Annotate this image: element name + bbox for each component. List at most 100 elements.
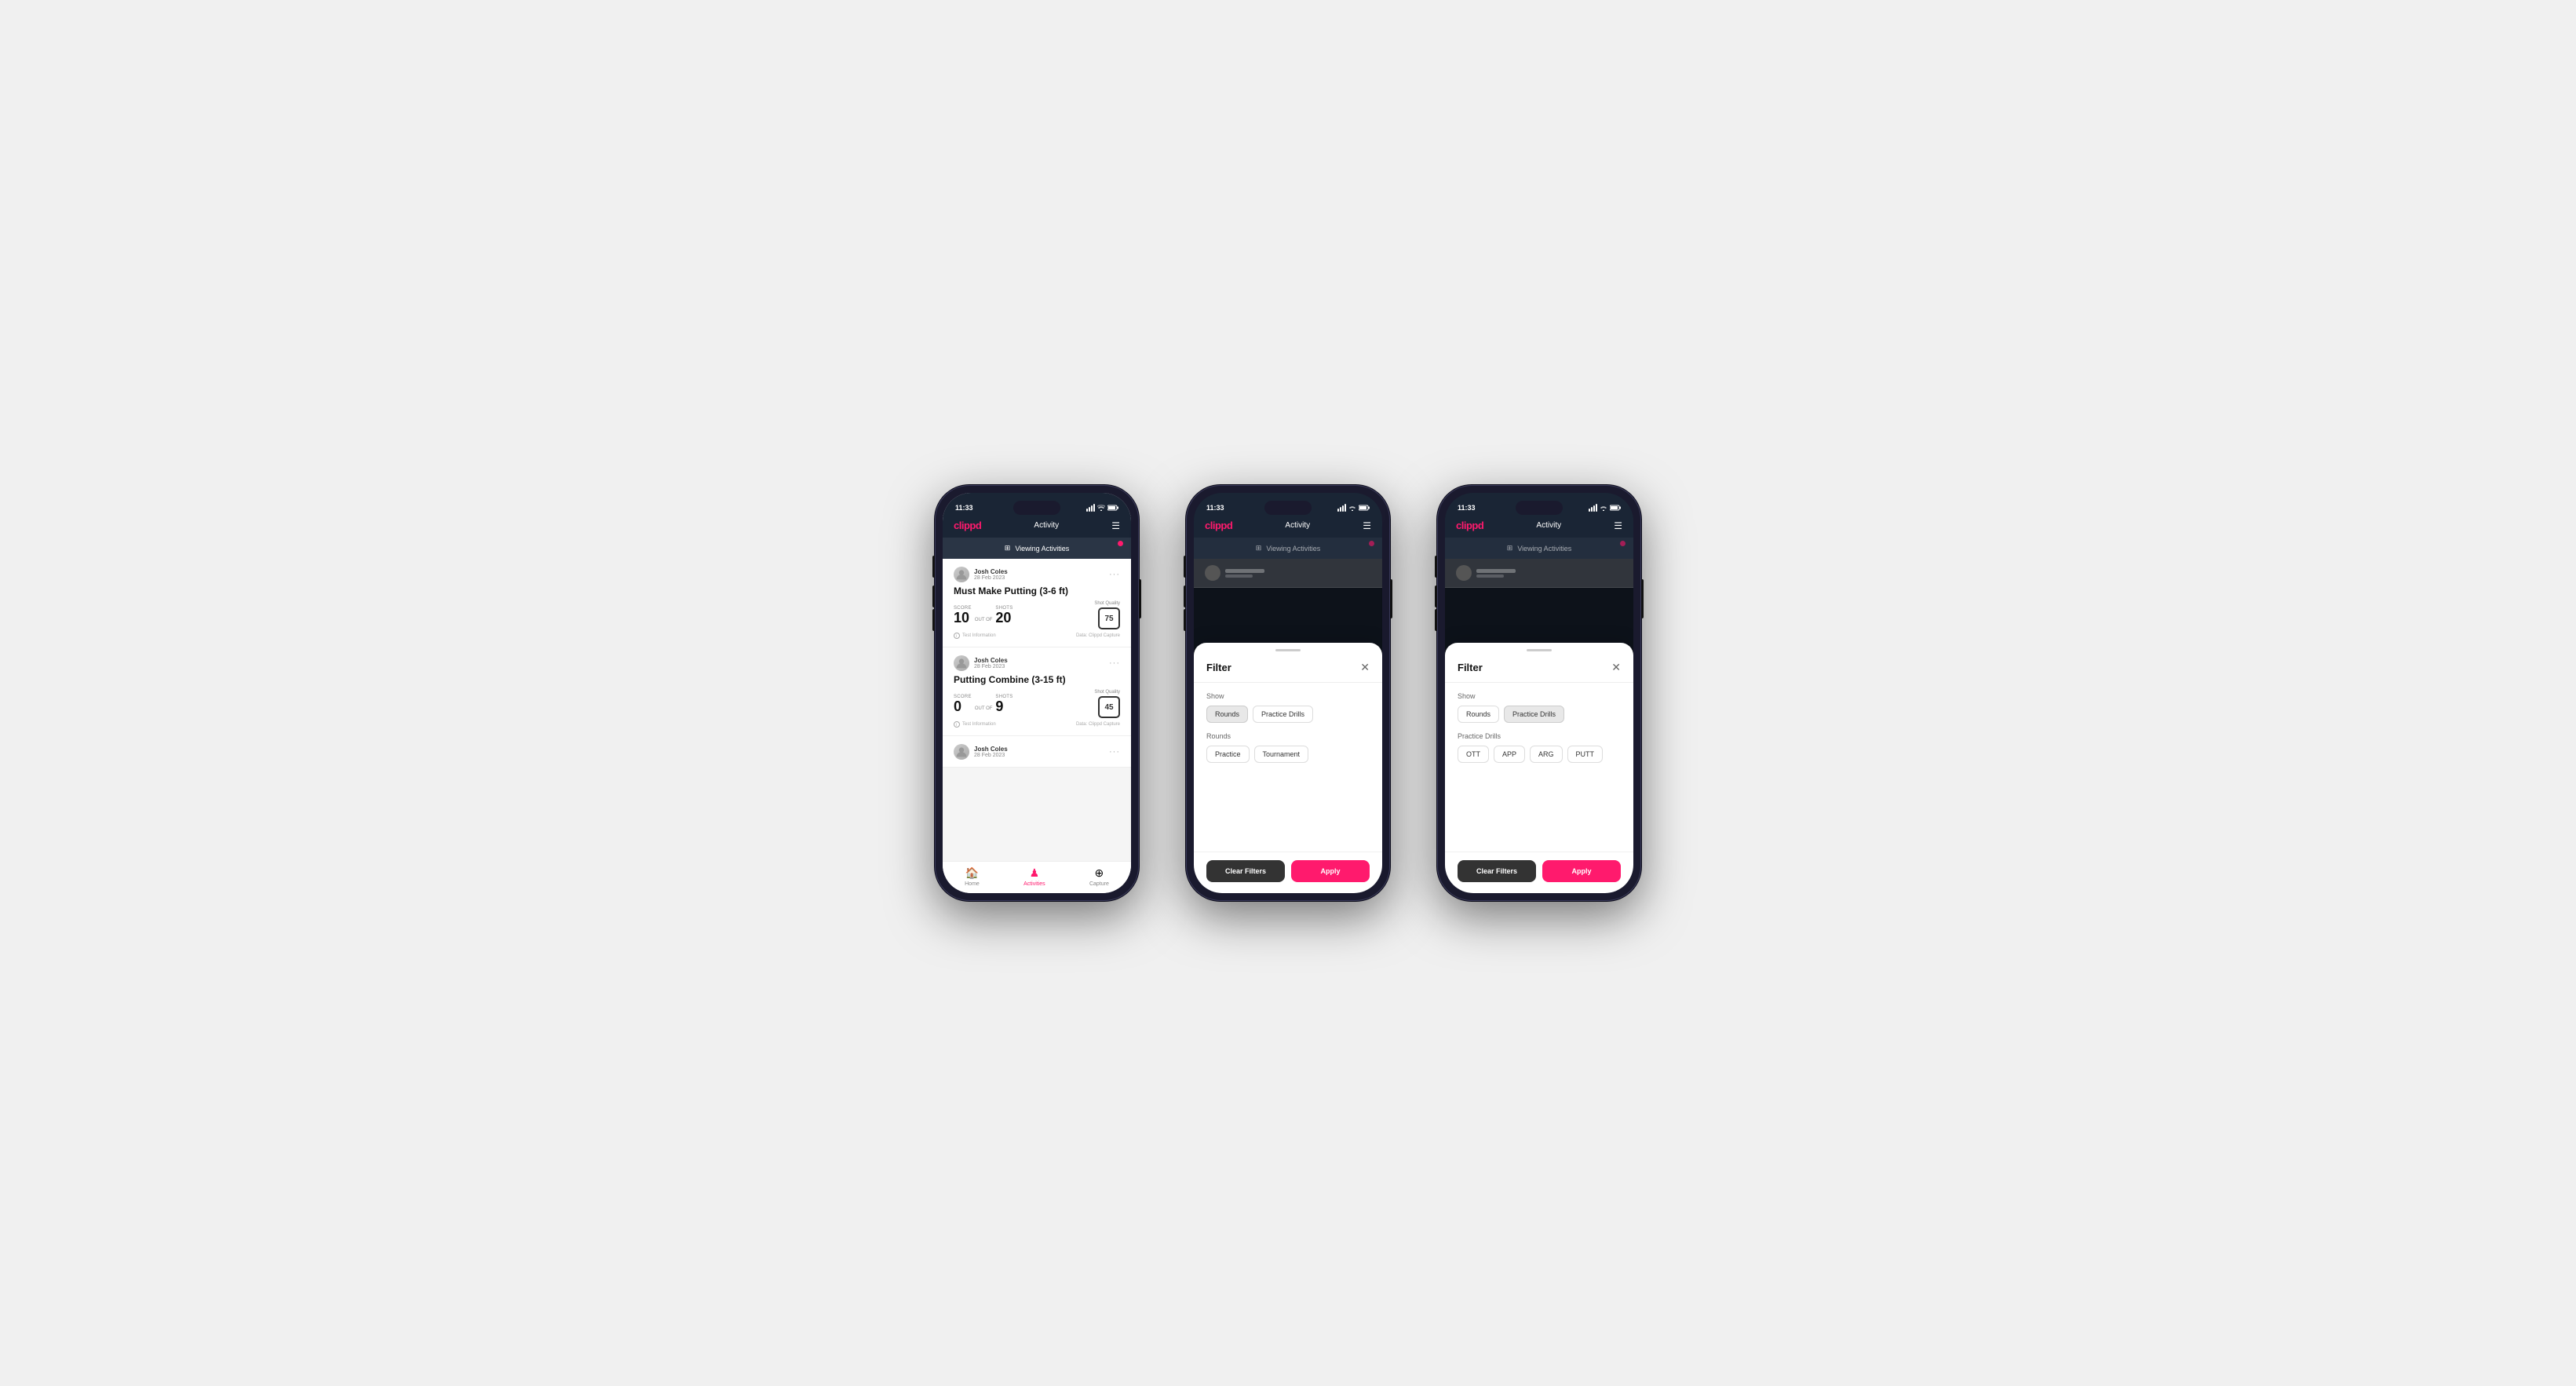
wifi-icon xyxy=(1097,505,1105,511)
chip-rounds-3[interactable]: Rounds xyxy=(1458,706,1499,723)
rounds-label-2: Rounds xyxy=(1206,732,1370,740)
battery-icon-2 xyxy=(1359,505,1370,511)
phone-1: 11:33 xyxy=(935,485,1139,901)
user-date-1: 28 Feb 2023 xyxy=(974,575,1008,581)
chip-practice-2[interactable]: Practice xyxy=(1206,746,1250,763)
user-info-1: Josh Coles 28 Feb 2023 xyxy=(954,567,1008,582)
notification-dot-3 xyxy=(1620,541,1626,546)
filter-icon-1: ⊞ xyxy=(1005,544,1011,553)
filter-title-2: Filter xyxy=(1206,662,1231,673)
notification-dot-1 xyxy=(1118,541,1123,546)
activity-title-1: Must Make Putting (3-6 ft) xyxy=(954,585,1120,596)
sq-badge-1: 75 xyxy=(1098,607,1120,629)
modal-body-3: Show Rounds Practice Drills Practice Dri… xyxy=(1445,683,1633,852)
filter-icon-2: ⊞ xyxy=(1256,544,1262,553)
out-of-1: OUT OF xyxy=(975,618,993,622)
user-info-3: Josh Coles 28 Feb 2023 xyxy=(954,744,1008,760)
signal-icon-3 xyxy=(1589,504,1597,512)
nav-home[interactable]: 🏠 Home xyxy=(965,866,980,887)
time-display: 11:33 xyxy=(955,504,973,512)
status-icons-2 xyxy=(1337,504,1370,512)
user-date-2: 28 Feb 2023 xyxy=(974,664,1008,669)
activity-title-2: Putting Combine (3-15 ft) xyxy=(954,674,1120,685)
clear-filters-button-3[interactable]: Clear Filters xyxy=(1458,860,1536,882)
dynamic-island-2 xyxy=(1264,501,1312,515)
header-title-3: Activity xyxy=(1536,521,1561,530)
filter-icon-3: ⊞ xyxy=(1507,544,1513,553)
filter-modal-2: Filter ✕ Show Rounds Practice Drills xyxy=(1194,643,1382,894)
phones-container: 11:33 xyxy=(935,485,1641,901)
sq-label-1: Shot Quality xyxy=(1094,601,1120,606)
activity-card-1: Josh Coles 28 Feb 2023 ··· Must Make Put… xyxy=(943,559,1131,647)
notification-dot-2 xyxy=(1369,541,1374,546)
more-options-1[interactable]: ··· xyxy=(1109,570,1120,579)
nav-capture[interactable]: ⊕ Capture xyxy=(1089,866,1109,887)
viewing-label-2: Viewing Activities xyxy=(1266,545,1320,553)
capture-icon: ⊕ xyxy=(1095,866,1104,880)
more-options-2[interactable]: ··· xyxy=(1109,658,1120,668)
close-icon-3[interactable]: ✕ xyxy=(1611,661,1621,674)
rounds-chips-2: Practice Tournament xyxy=(1206,746,1370,763)
hamburger-menu-3[interactable]: ☰ xyxy=(1614,520,1622,531)
more-options-3[interactable]: ··· xyxy=(1109,747,1120,757)
home-label: Home xyxy=(965,881,980,887)
user-date-3: 28 Feb 2023 xyxy=(974,753,1008,758)
activities-icon: ♟ xyxy=(1030,866,1040,880)
viewing-bar-3: ⊞ Viewing Activities xyxy=(1445,538,1633,559)
user-name-3: Josh Coles xyxy=(974,746,1008,753)
logo-2: clippd xyxy=(1205,520,1232,531)
avatar-1 xyxy=(954,567,969,582)
battery-icon xyxy=(1107,505,1118,511)
capture-label: Capture xyxy=(1089,881,1109,887)
sq-label-2: Shot Quality xyxy=(1094,690,1120,695)
clear-filters-button-2[interactable]: Clear Filters xyxy=(1206,860,1285,882)
activity-list: Josh Coles 28 Feb 2023 ··· Must Make Put… xyxy=(943,559,1131,861)
wifi-icon-2 xyxy=(1348,505,1356,511)
chip-rounds-2[interactable]: Rounds xyxy=(1206,706,1248,723)
rounds-section-2: Rounds Practice Tournament xyxy=(1206,732,1370,763)
filter-title-3: Filter xyxy=(1458,662,1483,673)
phone-2: 11:33 cl xyxy=(1186,485,1390,901)
hamburger-menu-2[interactable]: ☰ xyxy=(1363,520,1371,531)
signal-icon-2 xyxy=(1337,504,1346,512)
show-label-3: Show xyxy=(1458,692,1621,700)
show-section-2: Show Rounds Practice Drills xyxy=(1206,692,1370,723)
apply-button-3[interactable]: Apply xyxy=(1542,860,1621,882)
avatar-3 xyxy=(954,744,969,760)
chip-arg-3[interactable]: ARG xyxy=(1530,746,1563,763)
test-info-1: i Test Information xyxy=(954,633,996,639)
modal-body-2: Show Rounds Practice Drills Rounds Pract… xyxy=(1194,683,1382,852)
score-value-1: 10 xyxy=(954,611,972,625)
close-icon-2[interactable]: ✕ xyxy=(1360,661,1370,674)
header-title-2: Activity xyxy=(1285,521,1310,530)
user-name-2: Josh Coles xyxy=(974,657,1008,664)
app-header-2: clippd Activity ☰ xyxy=(1194,515,1382,538)
time-display-2: 11:33 xyxy=(1206,504,1224,512)
nav-activities[interactable]: ♟ Activities xyxy=(1023,866,1045,887)
activity-card-2: Josh Coles 28 Feb 2023 ··· Putting Combi… xyxy=(943,647,1131,736)
practice-drills-section-3: Practice Drills OTT APP ARG PUTT xyxy=(1458,732,1621,763)
activities-label: Activities xyxy=(1023,881,1045,887)
modal-header-3: Filter ✕ xyxy=(1445,655,1633,683)
chip-tournament-2[interactable]: Tournament xyxy=(1254,746,1309,763)
chip-practice-drills-3[interactable]: Practice Drills xyxy=(1504,706,1564,723)
viewing-bar-2: ⊞ Viewing Activities xyxy=(1194,538,1382,559)
viewing-label-1: Viewing Activities xyxy=(1015,545,1069,553)
apply-button-2[interactable]: Apply xyxy=(1291,860,1370,882)
chip-practice-drills-2[interactable]: Practice Drills xyxy=(1253,706,1313,723)
phone-3: 11:33 cl xyxy=(1437,485,1641,901)
data-source-2: Data: Clippd Capture xyxy=(1076,722,1120,727)
viewing-bar-1[interactable]: ⊞ Viewing Activities xyxy=(943,538,1131,559)
filter-modal-3: Filter ✕ Show Rounds Practice Drills xyxy=(1445,643,1633,894)
chip-putt-3[interactable]: PUTT xyxy=(1567,746,1604,763)
modal-handle-3 xyxy=(1527,649,1552,651)
bottom-nav-1: 🏠 Home ♟ Activities ⊕ Capture xyxy=(943,861,1131,893)
dynamic-island xyxy=(1013,501,1060,515)
data-source-1: Data: Clippd Capture xyxy=(1076,633,1120,638)
status-icons-3 xyxy=(1589,504,1621,512)
chip-app-3[interactable]: APP xyxy=(1494,746,1525,763)
hamburger-menu-1[interactable]: ☰ xyxy=(1111,520,1120,531)
test-info-2: i Test Information xyxy=(954,721,996,728)
chip-ott-3[interactable]: OTT xyxy=(1458,746,1489,763)
svg-text:i: i xyxy=(956,723,957,728)
